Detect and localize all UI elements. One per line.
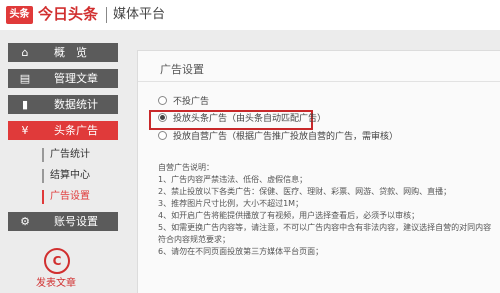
sidebar-item-manage-articles[interactable]: ▤ 管理文章: [8, 69, 118, 88]
option-label: 不投广告: [173, 97, 210, 107]
option-no-ads[interactable]: 不投广告: [158, 96, 209, 108]
panel-divider: [138, 81, 500, 82]
sidebar-item-label: 账号设置: [54, 215, 98, 228]
option-label: 投放头条广告（由头条自动匹配广告）: [173, 114, 327, 124]
option-self-ads[interactable]: 投放自营广告（根据广告推广投放自营的广告，需审核）: [158, 131, 398, 143]
sidebar-item-toutiao-ads[interactable]: ¥ 头条广告: [8, 121, 118, 140]
sidebar-item-label: 概 览: [54, 46, 87, 59]
bar-chart-icon: ▮: [21, 98, 29, 111]
sub-item-settlement[interactable]: 结算中心: [42, 169, 130, 183]
note-line: 3、推荐图片尺寸比例，大小不超过1M；: [158, 199, 304, 208]
radio-button[interactable]: [158, 131, 167, 140]
note-line: 6、请勿在不同页面投放第三方媒体平台页面；: [158, 247, 324, 256]
panel-title: 广告设置: [160, 63, 204, 76]
sub-item-ad-stats[interactable]: 广告统计: [42, 148, 130, 162]
note-line: 符合内容规范要求；: [158, 235, 230, 244]
note-line: 4、如开启广告将能提供播放了有视频，用户选择查看后，必须予以审核；: [158, 211, 420, 220]
header-divider: [106, 7, 107, 23]
document-icon: ▤: [19, 72, 31, 85]
publish-article-icon[interactable]: C: [44, 248, 70, 274]
note-line: 1、广告内容严禁违法、低俗、虚假信息；: [158, 175, 308, 184]
note-line: 5、如需更换广告内容等，请注意，不可以广告内容中含有非法内容，建议选择自营的对同…: [158, 223, 492, 232]
sidebar-item-account-settings[interactable]: ⚙ 账号设置: [8, 212, 118, 231]
sidebar-item-overview[interactable]: ⌂ 概 览: [8, 43, 118, 62]
toutiao-logo-icon[interactable]: 头条: [6, 6, 33, 24]
sidebar-item-statistics[interactable]: ▮ 数据统计: [8, 95, 118, 114]
sidebar-item-label: 数据统计: [54, 98, 98, 111]
yen-icon: ¥: [21, 124, 29, 137]
home-icon: ⌂: [21, 46, 29, 59]
notes-title: 自营广告说明：: [158, 163, 214, 172]
brand-name[interactable]: 今日头条: [38, 4, 98, 24]
ad-settings-panel: 广告设置 不投广告 投放头条广告（由头条自动匹配广告） 投放自营广告（根据广告推…: [137, 50, 500, 293]
sub-item-ad-settings[interactable]: 广告设置: [42, 190, 130, 204]
radio-button[interactable]: [158, 96, 167, 105]
publish-article-button[interactable]: 发表文章: [36, 274, 76, 289]
platform-title: 媒体平台: [113, 7, 166, 22]
sidebar-item-label: 管理文章: [54, 72, 98, 85]
option-label: 投放自营广告（根据广告推广投放自营的广告，需审核）: [173, 132, 399, 142]
option-toutiao-ads[interactable]: 投放头条广告（由头条自动匹配广告）: [158, 113, 326, 125]
gear-icon: ⚙: [20, 215, 30, 228]
radio-button-selected[interactable]: [158, 113, 167, 122]
sidebar-item-label: 头条广告: [54, 124, 98, 137]
note-line: 2、禁止投放以下各类广告：保健、医疗、理财、彩票、网游、贷款、网购、直播；: [158, 187, 452, 196]
top-bar: 头条 今日头条 媒体平台: [0, 0, 500, 30]
